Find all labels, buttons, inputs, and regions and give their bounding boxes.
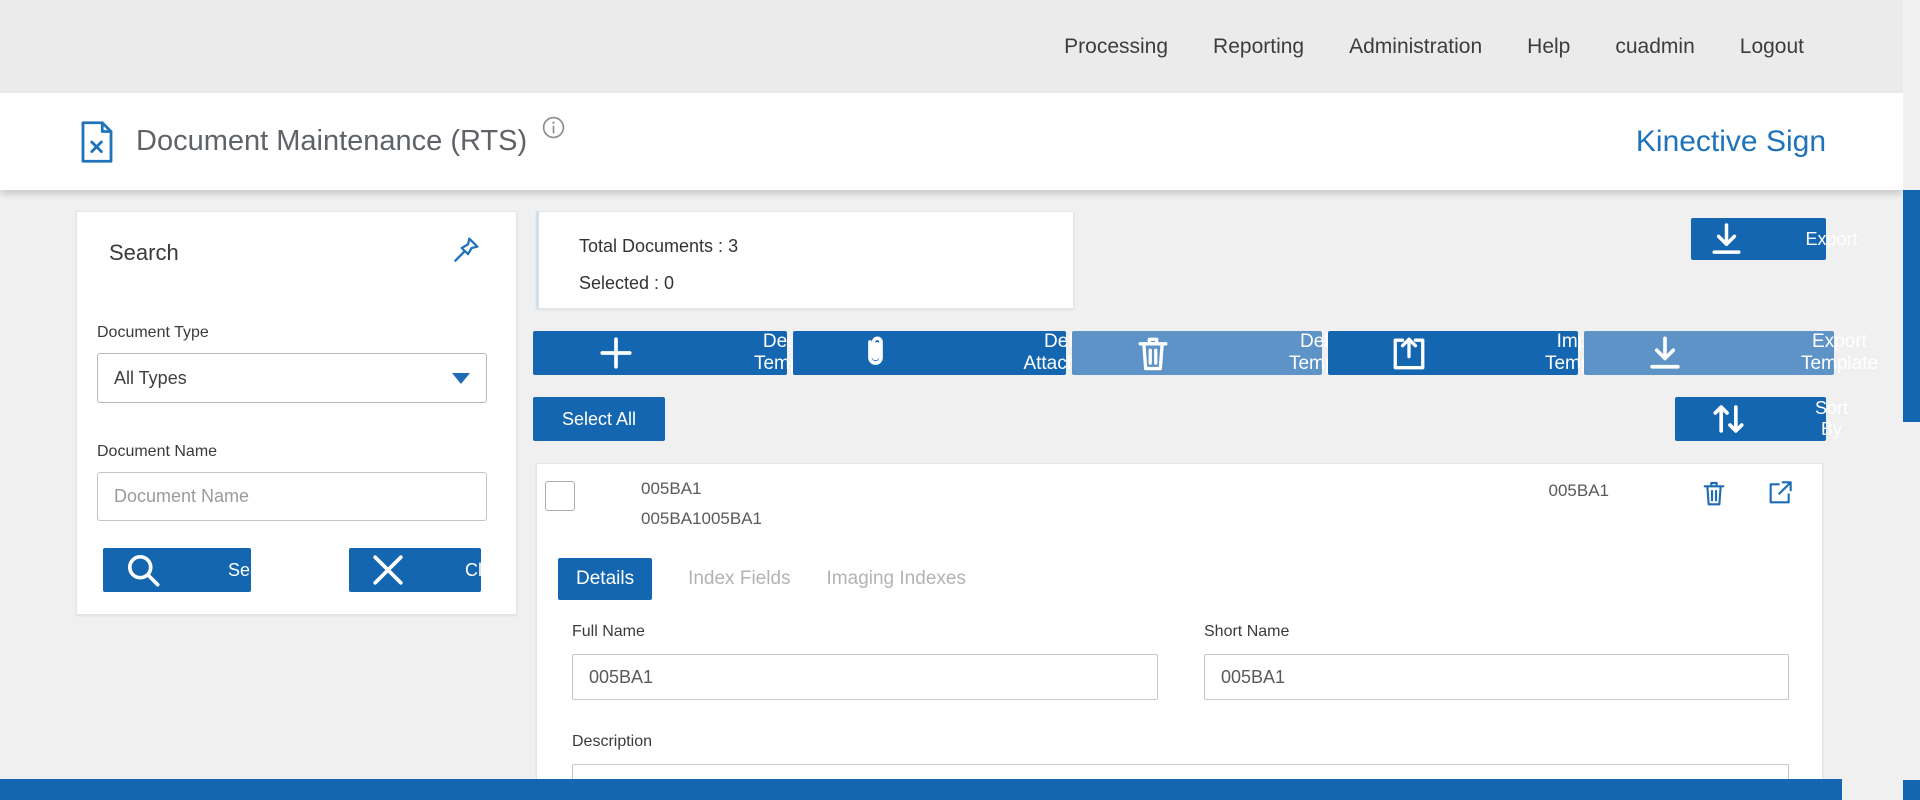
clear-button-label: Clear: [465, 559, 509, 580]
short-name-label: Short Name: [1204, 623, 1290, 640]
top-nav: Processing Reporting Administration Help…: [0, 0, 1903, 93]
selected-count: Selected : 0: [579, 273, 675, 293]
app-window: Processing Reporting Administration Help…: [0, 0, 1920, 800]
nav-item-help[interactable]: Help: [1527, 35, 1570, 59]
define-attachment-button[interactable]: Define Attachment: [793, 331, 1120, 375]
sort-by-label: Sort By: [1815, 398, 1849, 439]
search-panel: Search Document Type All Types Document …: [76, 211, 517, 615]
caret-down-icon: [452, 372, 470, 384]
footer-bar: [0, 779, 1842, 800]
tab-index-fields[interactable]: Index Fields: [688, 558, 790, 600]
clear-button[interactable]: Clear: [349, 548, 508, 592]
document-type-select[interactable]: All Types: [97, 353, 487, 403]
search-panel-title: Search: [109, 240, 179, 265]
search-button-label: Search: [227, 559, 286, 580]
export-button-label: Export: [1805, 228, 1858, 249]
full-name-label: Full Name: [572, 623, 645, 640]
document-name-input[interactable]: [97, 472, 487, 521]
nav-item-administration[interactable]: Administration: [1349, 35, 1482, 59]
document-x-icon: [76, 119, 118, 165]
export-button[interactable]: Export: [1691, 218, 1858, 260]
search-button[interactable]: Search: [103, 548, 285, 592]
tab-imaging-indexes[interactable]: Imaging Indexes: [827, 558, 966, 600]
pin-icon[interactable]: [450, 234, 482, 266]
document-name-line1: 005BA1: [641, 479, 702, 498]
open-document-icon[interactable]: [1764, 477, 1796, 509]
document-code: 005BA1: [1548, 481, 1610, 500]
nav-item-cuadmin[interactable]: cuadmin: [1615, 35, 1694, 59]
scrollbar-bottom-button[interactable]: [1903, 780, 1920, 800]
scrollbar-thumb[interactable]: [1903, 190, 1920, 422]
document-type-value: All Types: [114, 367, 187, 388]
document-card: 005BA1 005BA1005BA1 005BA1 Details Index…: [536, 463, 1823, 800]
nav-item-logout[interactable]: Logout: [1740, 35, 1804, 59]
sort-by-button[interactable]: Sort By: [1675, 397, 1848, 441]
vertical-scrollbar[interactable]: [1903, 0, 1920, 800]
total-documents: Total Documents : 3: [579, 236, 739, 256]
short-name-input[interactable]: [1204, 654, 1789, 700]
full-name-input[interactable]: [572, 654, 1158, 700]
document-type-label: Document Type: [97, 324, 209, 341]
tab-details[interactable]: Details: [558, 558, 653, 600]
brand-logo: Kinective Sign: [1635, 124, 1826, 158]
select-all-button[interactable]: Select All: [533, 397, 665, 441]
page-header: Document Maintenance (RTS) Kinective Sig…: [0, 93, 1903, 190]
document-name-line2: 005BA1005BA1: [641, 509, 762, 528]
plus-icon: [600, 337, 632, 369]
export-template-button[interactable]: Export Template: [1584, 331, 1878, 375]
sort-icon: [1713, 405, 1744, 433]
download-icon: [1650, 336, 1680, 369]
select-all-label: Select All: [561, 408, 637, 429]
export-template-label: Export Template: [1800, 331, 1879, 374]
page-title: Document Maintenance (RTS): [136, 125, 528, 157]
nav-item-processing[interactable]: Processing: [1064, 35, 1168, 59]
document-checkbox[interactable]: [545, 481, 575, 511]
description-label: Description: [572, 733, 653, 750]
trash-icon: [1138, 337, 1168, 371]
document-tabs: Details Index Fields Imaging Indexes: [558, 558, 966, 600]
paperclip-icon: [868, 336, 884, 365]
nav-item-reporting[interactable]: Reporting: [1213, 35, 1304, 59]
trash-icon[interactable]: [1698, 477, 1730, 509]
document-name-label: Document Name: [97, 443, 218, 460]
summary-card: Total Documents : 3 Selected : 0: [536, 211, 1074, 309]
info-icon[interactable]: [541, 115, 566, 140]
